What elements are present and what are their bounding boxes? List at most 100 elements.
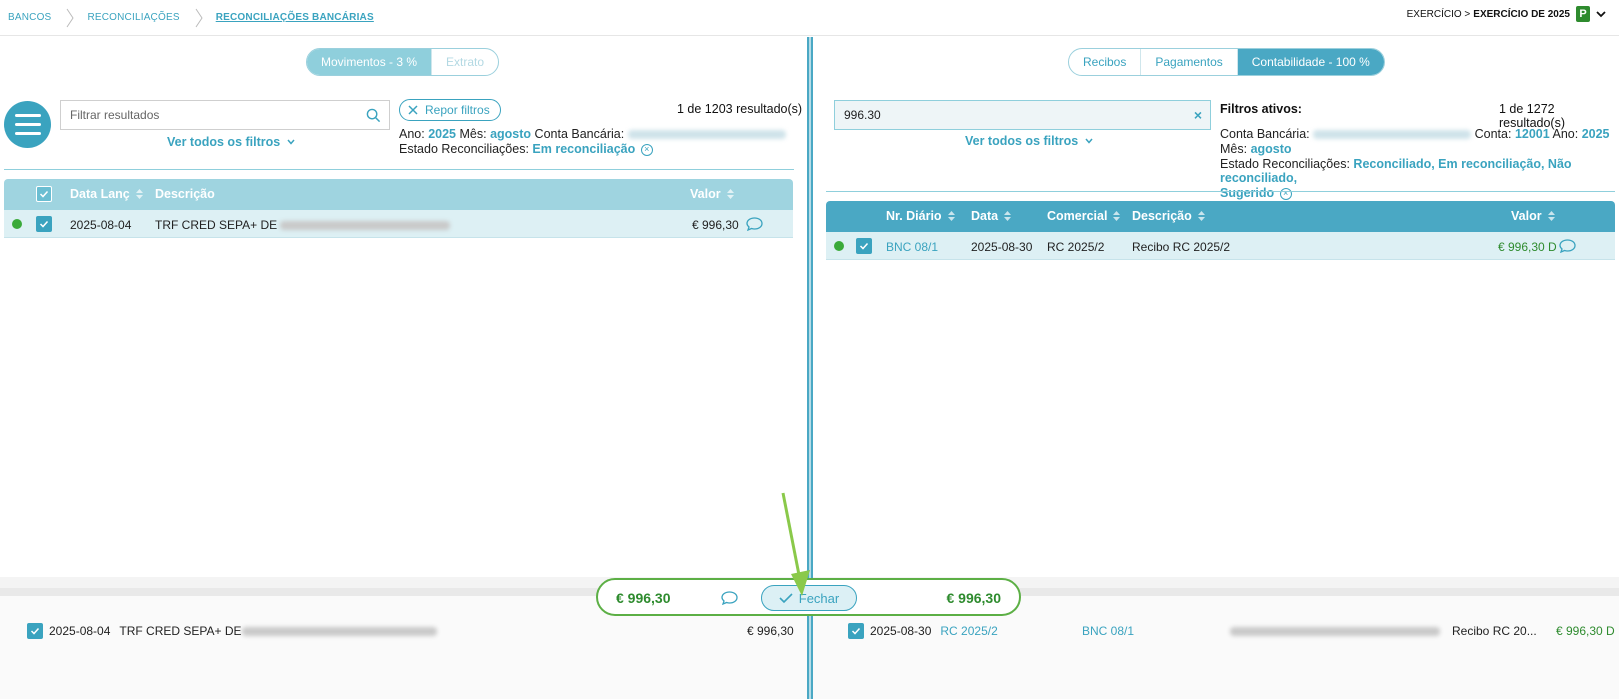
breadcrumb-bancos[interactable]: BANCOS bbox=[8, 12, 51, 23]
sort-icon bbox=[135, 189, 143, 199]
right-tabs: Recibos Pagamentos Contabilidade - 100 % bbox=[1068, 48, 1385, 76]
check-icon bbox=[39, 190, 49, 198]
check-icon bbox=[30, 627, 40, 635]
sort-icon bbox=[1197, 211, 1205, 221]
col-comercial[interactable]: Comercial bbox=[1047, 209, 1121, 223]
col-valor[interactable]: Valor bbox=[1511, 209, 1555, 223]
exercise-prefix: EXERCÍCIO > bbox=[1406, 8, 1471, 20]
fechar-label: Fechar bbox=[798, 590, 840, 606]
menu-icon bbox=[14, 114, 41, 117]
row-descricao: TRF CRED SEPA+ DE bbox=[155, 218, 451, 232]
col-nr-diario[interactable]: Nr. Diário bbox=[886, 209, 955, 223]
left-divider-line bbox=[4, 169, 794, 170]
selected-right-row[interactable]: 2025-08-30 RC 2025/2 BNC 08/1 Recibo RC … bbox=[848, 623, 1615, 639]
filter-ano-label: Ano: bbox=[399, 127, 425, 141]
search-input[interactable]: 996.30 × bbox=[834, 100, 1211, 130]
exercise-selector[interactable]: EXERCÍCIO > EXERCÍCIO DE 2025 P bbox=[1407, 6, 1607, 22]
filter-conta-label: Conta Bancária: bbox=[534, 127, 625, 141]
col-data-label: Data bbox=[971, 209, 999, 223]
left-result-count: 1 de 1203 resultado(s) bbox=[677, 102, 803, 116]
row-data: 2025-08-04 bbox=[70, 218, 132, 232]
tab-pagamentos[interactable]: Pagamentos bbox=[1141, 49, 1238, 75]
selected-right-descricao: Recibo RC 20... bbox=[1452, 624, 1537, 638]
tab-movimentos[interactable]: Movimentos - 3 % bbox=[307, 49, 433, 75]
breadcrumb-reconciliacoes-bancarias[interactable]: RECONCILIAÇÕES BANCÁRIAS bbox=[216, 12, 374, 23]
ver-todos-filtros-label: Ver todos os filtros bbox=[965, 134, 1079, 148]
search-input[interactable]: Filtrar resultados bbox=[60, 100, 390, 130]
menu-icon-bar bbox=[14, 123, 41, 126]
ver-todos-filtros-left[interactable]: Ver todos os filtros bbox=[167, 135, 296, 149]
check-icon bbox=[779, 593, 793, 604]
row-descricao-text: TRF CRED SEPA+ DE bbox=[155, 218, 278, 232]
selected-left-row[interactable]: 2025-08-04 TRF CRED SEPA+ DE € 996,30 bbox=[27, 623, 794, 639]
selected-left-data: 2025-08-04 bbox=[49, 624, 111, 638]
filter-estado-value: Em reconciliação bbox=[532, 142, 636, 156]
search-icon[interactable] bbox=[366, 108, 381, 123]
row-checkbox[interactable] bbox=[856, 238, 872, 254]
row-checkbox[interactable] bbox=[36, 216, 52, 232]
sort-icon bbox=[1113, 211, 1121, 221]
menu-icon-bar bbox=[14, 132, 41, 135]
profile-badge: P bbox=[1576, 6, 1590, 22]
col-data[interactable]: Data bbox=[971, 209, 1012, 223]
table-row[interactable]: BNC 08/1 2025-08-30 RC 2025/2 Recibo RC … bbox=[826, 232, 1615, 260]
remove-filter-icon[interactable]: × bbox=[640, 143, 653, 156]
selected-left-valor: € 996,30 bbox=[747, 624, 794, 638]
clear-search-icon[interactable]: × bbox=[1194, 107, 1202, 123]
left-active-filters: Ano: 2025 Mês: agosto Conta Bancária: Es… bbox=[399, 127, 799, 156]
ver-todos-filtros-right[interactable]: Ver todos os filtros bbox=[965, 134, 1094, 148]
check-icon bbox=[39, 220, 49, 228]
chevron-down-icon[interactable] bbox=[1595, 8, 1607, 20]
row-nr-diario[interactable]: BNC 08/1 bbox=[886, 240, 938, 254]
col-valor[interactable]: Valor bbox=[690, 187, 734, 201]
left-tabs: Movimentos - 3 % Extrato bbox=[306, 48, 500, 76]
sort-icon bbox=[947, 211, 955, 221]
comment-icon[interactable] bbox=[1559, 239, 1576, 253]
right-result-count: 1 de 1272 resultado(s) bbox=[1499, 102, 1565, 130]
row-comercial: RC 2025/2 bbox=[1047, 240, 1105, 254]
col-descricao[interactable]: Descrição bbox=[155, 187, 215, 201]
selected-right-comercial[interactable]: RC 2025/2 bbox=[940, 624, 997, 638]
chevron-down-icon bbox=[1085, 138, 1093, 144]
select-all-checkbox[interactable] bbox=[36, 186, 52, 202]
sort-icon bbox=[1547, 211, 1555, 221]
comment-icon[interactable] bbox=[746, 217, 763, 231]
breadcrumb-separator-icon bbox=[67, 8, 75, 27]
row-valor: € 996,30 bbox=[692, 218, 739, 232]
check-icon bbox=[859, 242, 869, 250]
selected-right-diario[interactable]: BNC 08/1 bbox=[1082, 624, 1134, 638]
col-descricao-label: Descrição bbox=[155, 187, 215, 201]
redacted-value bbox=[241, 626, 437, 636]
col-descricao[interactable]: Descrição bbox=[1132, 209, 1205, 223]
selected-right-checkbox[interactable] bbox=[848, 623, 864, 639]
menu-button[interactable] bbox=[4, 101, 51, 148]
search-value: 996.30 bbox=[844, 108, 881, 122]
tab-recibos[interactable]: Recibos bbox=[1069, 49, 1142, 75]
filter-mes-label: Mês: bbox=[459, 127, 487, 141]
right-active-filters: Conta Bancária: Conta: 12001 Ano: 2025 M… bbox=[1220, 127, 1615, 200]
redacted-value bbox=[280, 221, 451, 231]
filter-ano-value: 2025 bbox=[1581, 127, 1610, 141]
selected-right-valor: € 996,30 D bbox=[1556, 624, 1615, 638]
comment-icon[interactable] bbox=[721, 591, 738, 605]
remove-filter-icon[interactable]: × bbox=[1279, 187, 1292, 200]
tab-contabilidade[interactable]: Contabilidade - 100 % bbox=[1237, 49, 1384, 75]
col-data-lanc[interactable]: Data Lanç bbox=[70, 187, 143, 201]
filter-conta-nr-label: Conta: bbox=[1474, 127, 1512, 141]
fechar-button[interactable]: Fechar bbox=[761, 585, 857, 611]
sort-icon bbox=[726, 189, 734, 199]
tab-extrato[interactable]: Extrato bbox=[432, 49, 498, 75]
row-valor: € 996,30 D bbox=[1498, 240, 1557, 254]
col-data-lanc-label: Data Lanç bbox=[70, 187, 130, 201]
col-valor-label: Valor bbox=[1511, 209, 1542, 223]
filter-conta-nr-value: 12001 bbox=[1514, 127, 1550, 141]
breadcrumb: BANCOS RECONCILIAÇÕES RECONCILIAÇÕES BAN… bbox=[8, 8, 374, 28]
redacted-value bbox=[627, 130, 786, 140]
repor-filtros-button[interactable]: Repor filtros bbox=[399, 99, 501, 121]
sort-icon bbox=[1004, 211, 1012, 221]
filter-conta-label: Conta Bancária: bbox=[1220, 127, 1310, 141]
selected-left-checkbox[interactable] bbox=[27, 623, 43, 639]
redacted-value bbox=[1230, 626, 1440, 636]
table-row[interactable]: 2025-08-04 TRF CRED SEPA+ DE € 996,30 bbox=[4, 210, 793, 238]
breadcrumb-reconciliacoes[interactable]: RECONCILIAÇÕES bbox=[87, 12, 179, 23]
